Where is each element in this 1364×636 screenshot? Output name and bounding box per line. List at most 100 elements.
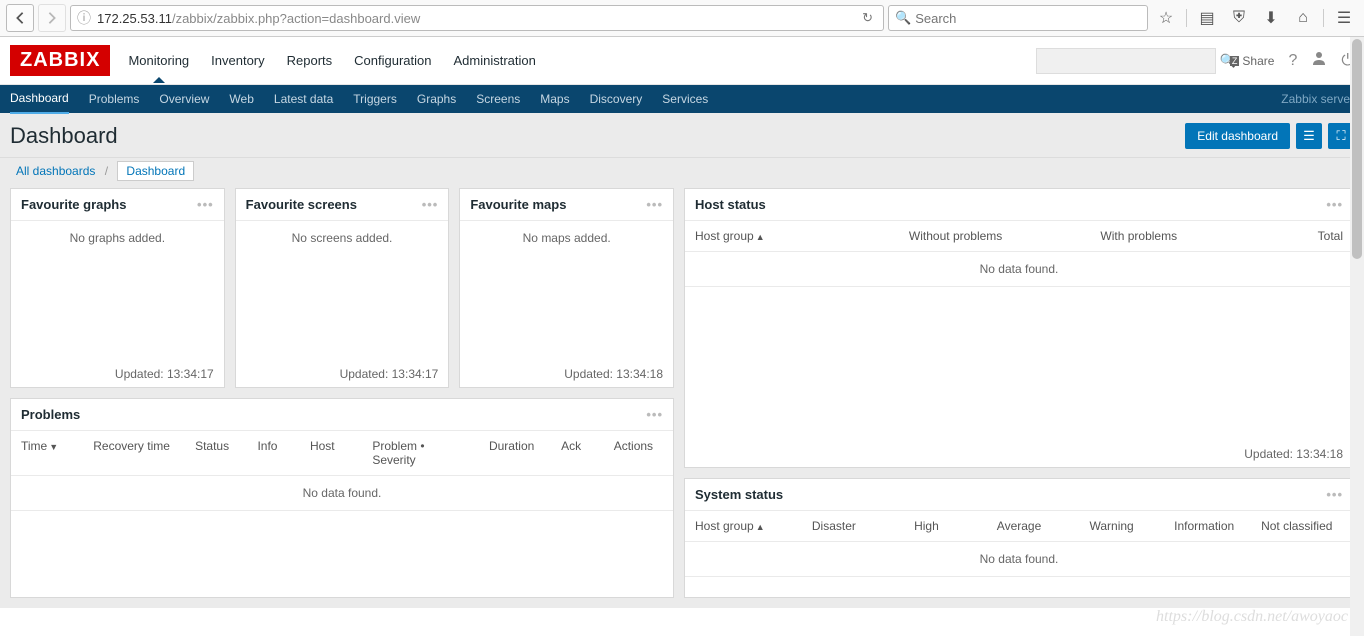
widget-title: Favourite screens bbox=[246, 197, 357, 212]
scroll-thumb[interactable] bbox=[1352, 39, 1362, 259]
col-hostgroup[interactable]: Host group▲ bbox=[695, 519, 788, 533]
menu-administration[interactable]: Administration bbox=[454, 39, 536, 82]
table-header: Time▼ Recovery time Status Info Host Pro… bbox=[11, 431, 673, 476]
browser-search[interactable]: 🔍 bbox=[888, 5, 1148, 31]
col-notclassified[interactable]: Not classified bbox=[1250, 519, 1343, 533]
widget-header: Favourite screens ••• bbox=[236, 189, 449, 221]
widget-title: Host status bbox=[695, 197, 766, 212]
subnav-services[interactable]: Services bbox=[662, 85, 708, 113]
subnav-web[interactable]: Web bbox=[229, 85, 253, 113]
col-recovery[interactable]: Recovery time bbox=[93, 439, 177, 467]
widget-title: Favourite graphs bbox=[21, 197, 126, 212]
widget-fav-graphs: Favourite graphs ••• No graphs added. Up… bbox=[10, 188, 225, 388]
search-icon: 🔍 bbox=[895, 10, 911, 26]
scrollbar[interactable] bbox=[1350, 37, 1364, 636]
col-total[interactable]: Total bbox=[1230, 229, 1343, 243]
widget-header: Host status ••• bbox=[685, 189, 1353, 221]
more-icon[interactable]: ••• bbox=[646, 197, 663, 212]
home-icon[interactable]: ⌂ bbox=[1289, 4, 1317, 32]
menu-monitoring[interactable]: Monitoring bbox=[128, 39, 189, 82]
subnav-discovery[interactable]: Discovery bbox=[590, 85, 643, 113]
sub-nav: Dashboard Problems Overview Web Latest d… bbox=[0, 85, 1364, 113]
col-average[interactable]: Average bbox=[973, 519, 1066, 533]
breadcrumb: All dashboards / Dashboard bbox=[0, 158, 1364, 188]
library-icon[interactable]: ▤ bbox=[1193, 4, 1221, 32]
col-information[interactable]: Information bbox=[1158, 519, 1251, 533]
col-ack[interactable]: Ack bbox=[561, 439, 596, 467]
col-high[interactable]: High bbox=[880, 519, 973, 533]
col-actions[interactable]: Actions bbox=[614, 439, 663, 467]
help-icon[interactable]: ? bbox=[1288, 52, 1297, 70]
zabbix-search-input[interactable] bbox=[1043, 53, 1220, 68]
col-time[interactable]: Time▼ bbox=[21, 439, 75, 467]
widget-header: System status ••• bbox=[685, 479, 1353, 511]
widget-header: Favourite graphs ••• bbox=[11, 189, 224, 221]
col-host[interactable]: Host bbox=[310, 439, 354, 467]
subnav-problems[interactable]: Problems bbox=[89, 85, 140, 113]
more-icon[interactable]: ••• bbox=[422, 197, 439, 212]
col-warning[interactable]: Warning bbox=[1065, 519, 1158, 533]
col-problem[interactable]: Problem • Severity bbox=[372, 439, 471, 467]
col-disaster[interactable]: Disaster bbox=[788, 519, 881, 533]
pocket-icon[interactable]: ⛨ bbox=[1225, 4, 1253, 32]
widget-system-status: System status ••• Host group▲ Disaster H… bbox=[684, 478, 1354, 598]
zabbix-search[interactable]: 🔍 bbox=[1036, 48, 1216, 74]
menu-icon[interactable]: ☰ bbox=[1330, 4, 1358, 32]
downloads-icon[interactable]: ⬇ bbox=[1257, 4, 1285, 32]
breadcrumb-root[interactable]: All dashboards bbox=[16, 164, 95, 178]
watermark: https://blog.csdn.net/awoyaoc bbox=[1156, 608, 1348, 626]
subnav-dashboard[interactable]: Dashboard bbox=[10, 84, 69, 114]
col-with[interactable]: With problems bbox=[1047, 229, 1230, 243]
subnav-graphs[interactable]: Graphs bbox=[417, 85, 456, 113]
list-icon[interactable]: ☰ bbox=[1296, 123, 1322, 149]
more-icon[interactable]: ••• bbox=[646, 407, 663, 422]
back-button[interactable] bbox=[6, 4, 34, 32]
favourites-row: Favourite graphs ••• No graphs added. Up… bbox=[10, 188, 674, 388]
page-title: Dashboard bbox=[10, 123, 118, 149]
subnav-maps[interactable]: Maps bbox=[540, 85, 569, 113]
url-bar[interactable]: ⓘ 172.25.53.11/zabbix/zabbix.php?action=… bbox=[70, 5, 884, 31]
bookmark-icon[interactable]: ☆ bbox=[1152, 4, 1180, 32]
widget-title: Favourite maps bbox=[470, 197, 566, 212]
page-title-bar: Dashboard Edit dashboard ☰ ⛶ bbox=[0, 113, 1364, 158]
more-icon[interactable]: ••• bbox=[197, 197, 214, 212]
widget-body: No maps added. bbox=[460, 221, 673, 361]
forward-button[interactable] bbox=[38, 4, 66, 32]
more-icon[interactable]: ••• bbox=[1326, 487, 1343, 502]
col-without[interactable]: Without problems bbox=[864, 229, 1047, 243]
menu-reports[interactable]: Reports bbox=[287, 39, 333, 82]
info-icon[interactable]: ⓘ bbox=[77, 8, 91, 28]
widget-footer: Updated: 13:34:17 bbox=[236, 361, 449, 387]
edit-dashboard-button[interactable]: Edit dashboard bbox=[1185, 123, 1290, 149]
widget-fav-maps: Favourite maps ••• No maps added. Update… bbox=[459, 188, 674, 388]
more-icon[interactable]: ••• bbox=[1326, 197, 1343, 212]
widget-problems: Problems ••• Time▼ Recovery time Status … bbox=[10, 398, 674, 598]
zabbix-logo[interactable]: ZABBIX bbox=[10, 45, 110, 76]
top-menu: Monitoring Inventory Reports Configurati… bbox=[128, 39, 535, 82]
share-button[interactable]: ZShare bbox=[1230, 54, 1275, 68]
subnav-screens[interactable]: Screens bbox=[476, 85, 520, 113]
col-duration[interactable]: Duration bbox=[489, 439, 543, 467]
separator bbox=[1186, 9, 1187, 27]
widget-title: System status bbox=[695, 487, 783, 502]
breadcrumb-current[interactable]: Dashboard bbox=[117, 161, 194, 181]
widget-footer: Updated: 13:34:18 bbox=[460, 361, 673, 387]
subnav-overview[interactable]: Overview bbox=[159, 85, 209, 113]
browser-search-input[interactable] bbox=[915, 11, 1141, 26]
user-icon[interactable] bbox=[1311, 50, 1327, 71]
subnav-latest-data[interactable]: Latest data bbox=[274, 85, 333, 113]
menu-configuration[interactable]: Configuration bbox=[354, 39, 431, 82]
menu-inventory[interactable]: Inventory bbox=[211, 39, 264, 82]
url-text: 172.25.53.11/zabbix/zabbix.php?action=da… bbox=[97, 11, 852, 26]
table-header: Host group▲ Without problems With proble… bbox=[685, 221, 1353, 252]
dashboard-grid: Favourite graphs ••• No graphs added. Up… bbox=[0, 188, 1364, 608]
col-hostgroup[interactable]: Host group▲ bbox=[695, 229, 864, 243]
server-name: Zabbix server bbox=[1281, 92, 1354, 106]
widget-header: Favourite maps ••• bbox=[460, 189, 673, 221]
col-info[interactable]: Info bbox=[257, 439, 292, 467]
no-data: No data found. bbox=[685, 252, 1353, 287]
col-status[interactable]: Status bbox=[195, 439, 239, 467]
reload-icon[interactable]: ↻ bbox=[858, 10, 877, 26]
subnav-triggers[interactable]: Triggers bbox=[353, 85, 397, 113]
table-header: Host group▲ Disaster High Average Warnin… bbox=[685, 511, 1353, 542]
